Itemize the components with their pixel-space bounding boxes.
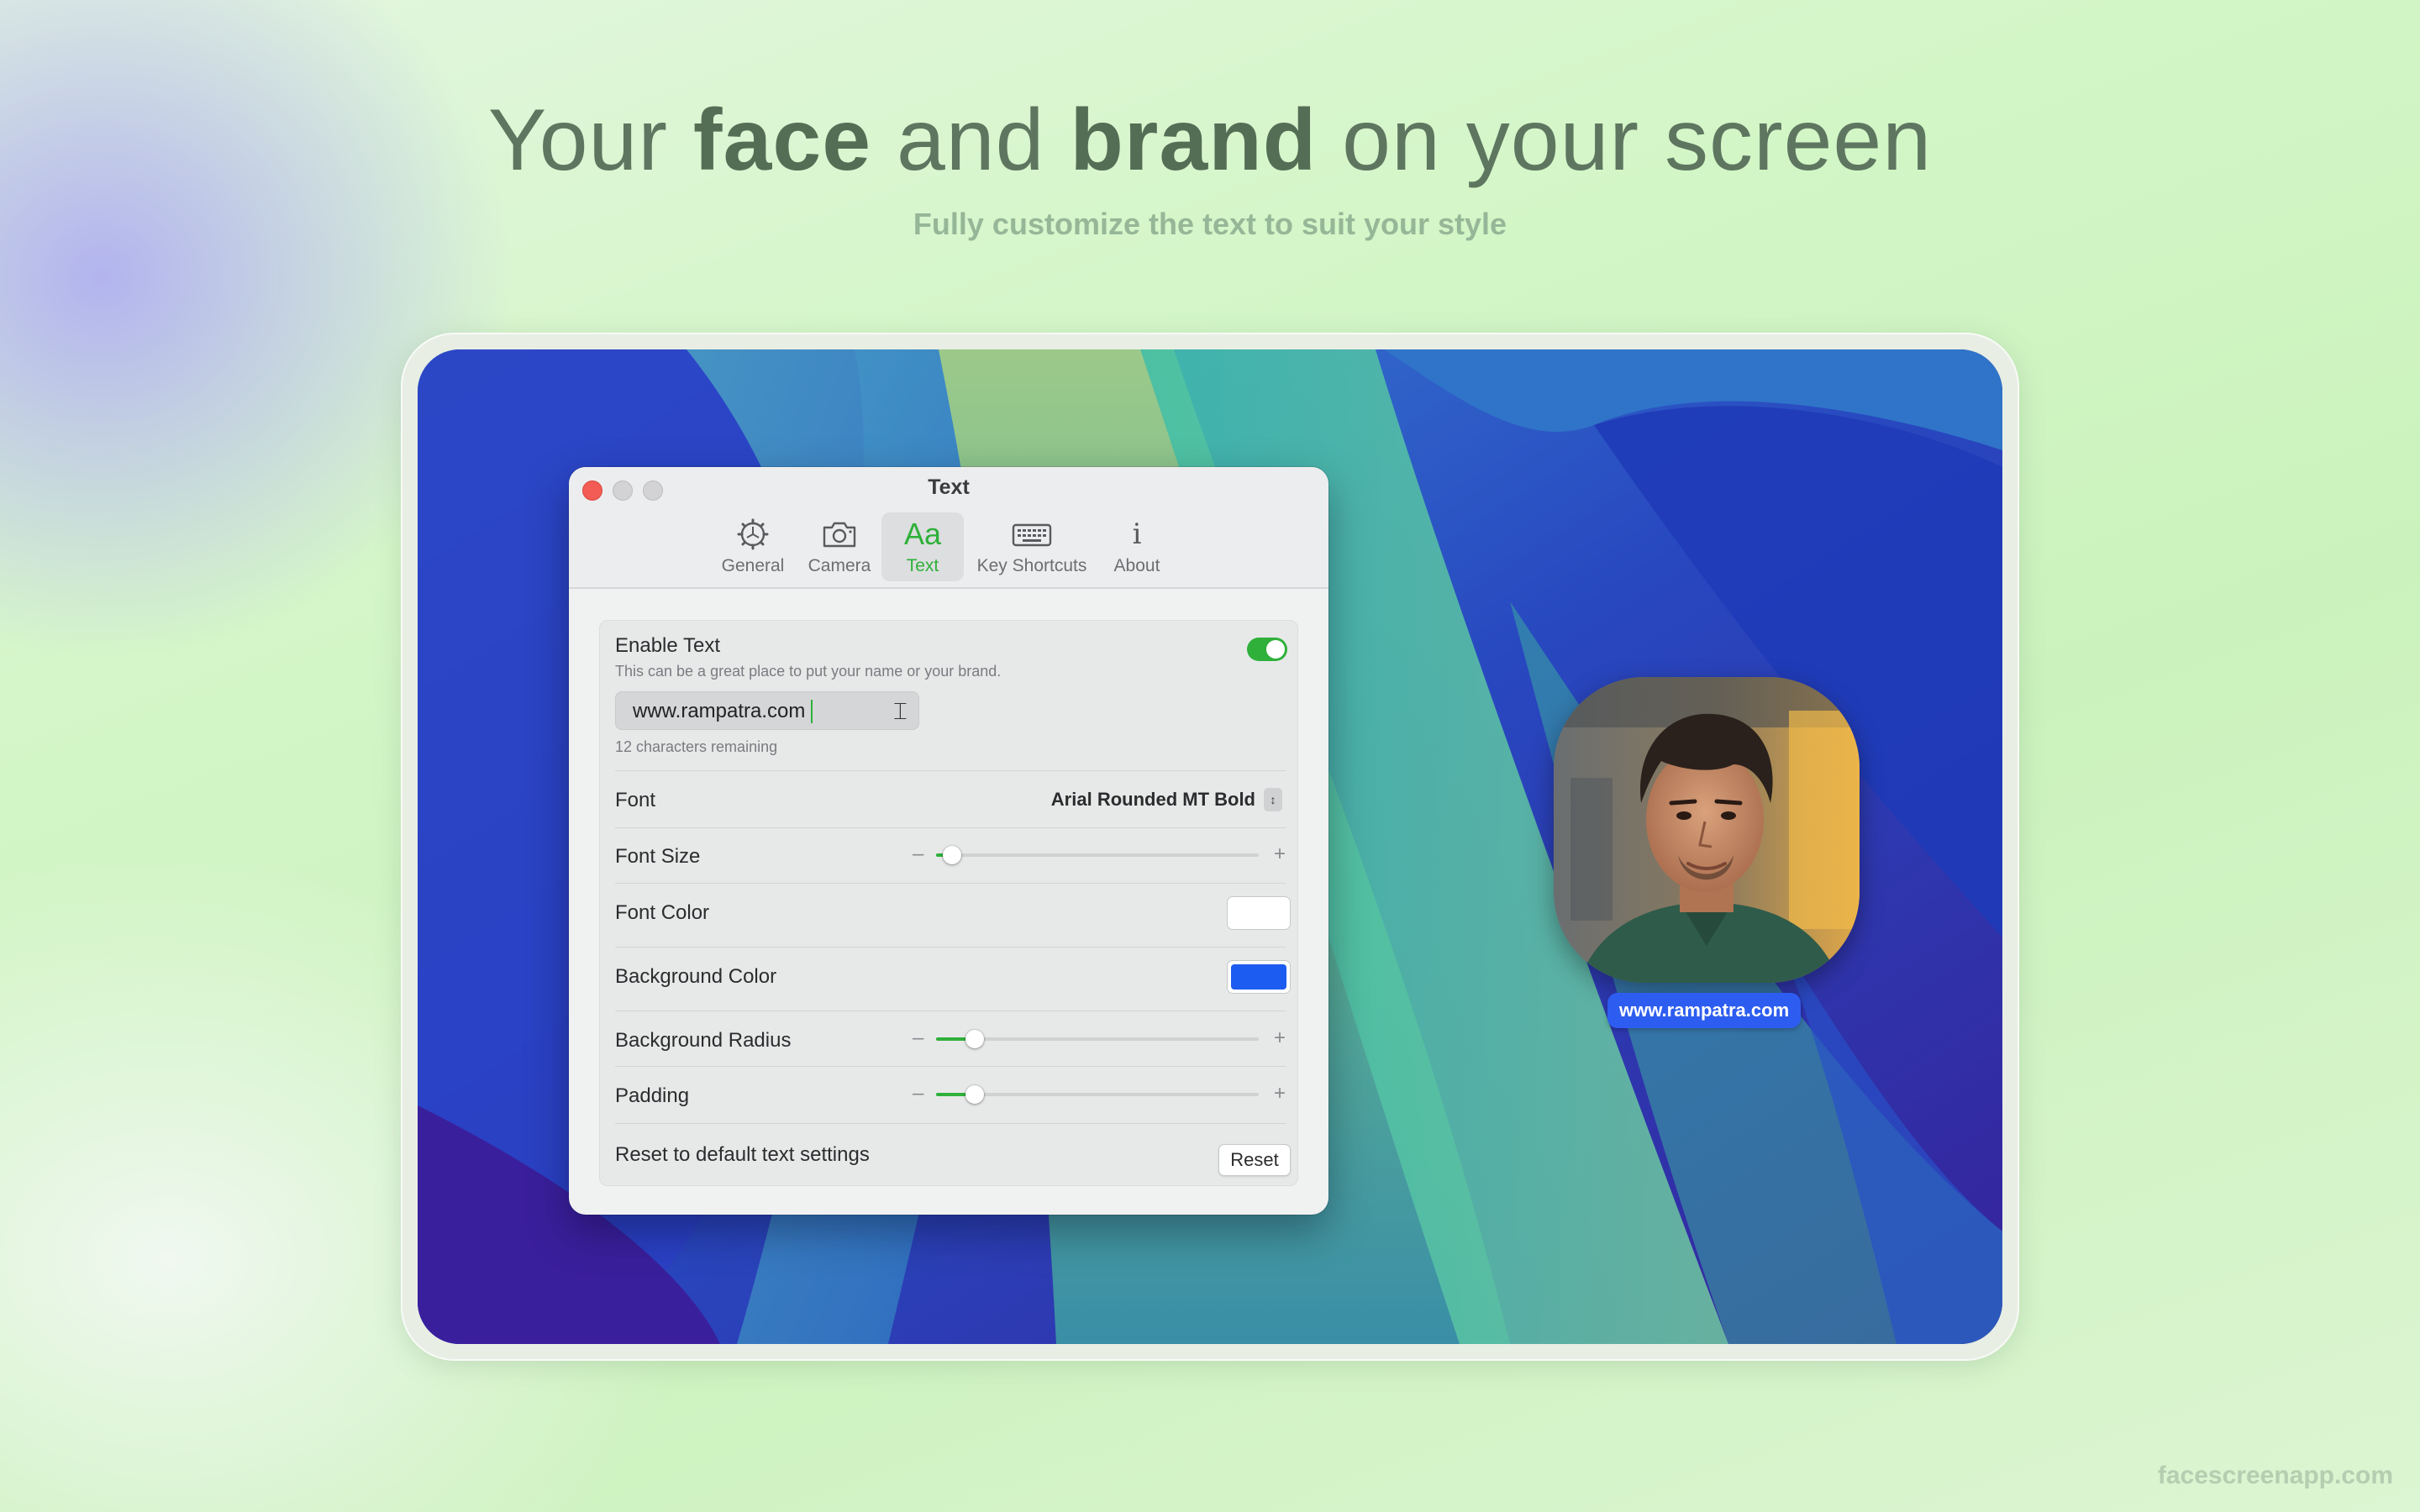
- brand-text-input[interactable]: [633, 699, 885, 724]
- chevron-updown-icon: ↕: [1264, 788, 1282, 811]
- slider-thumb[interactable]: [943, 846, 962, 864]
- divider: [615, 1066, 1286, 1067]
- padding-slider[interactable]: – +: [913, 1082, 1286, 1107]
- camera-preview-bubble[interactable]: [1554, 677, 1860, 983]
- headline-suffix: on your screen: [1317, 92, 1933, 189]
- font-label: Font: [615, 789, 656, 811]
- keyboard-icon: [972, 517, 1092, 551]
- divider: [615, 827, 1286, 828]
- background-radius-label: Background Radius: [615, 1029, 792, 1052]
- font-color-label: Font Color: [615, 901, 710, 924]
- slider-thumb[interactable]: [965, 1030, 985, 1048]
- text-aa-icon: Aa: [881, 517, 964, 551]
- text-settings-panel: Enable Text This can be a great place to…: [599, 620, 1298, 1186]
- hero-subtitle: Fully customize the text to suit your st…: [913, 207, 1507, 241]
- font-size-label: Font Size: [615, 845, 701, 868]
- font-popup[interactable]: Arial Rounded MT Bold ↕: [1051, 787, 1282, 812]
- window-title: Text: [928, 475, 970, 499]
- font-color-well[interactable]: [1227, 896, 1291, 930]
- window-titlebar: Text General Camera Aa Text Key Shortcut…: [569, 467, 1328, 589]
- font-value: Arial Rounded MT Bold: [1050, 789, 1255, 810]
- divider: [615, 883, 1286, 884]
- plus-icon: +: [1273, 843, 1286, 865]
- divider: [615, 770, 1286, 771]
- footer-domain: facescreenapp.com: [2157, 1462, 2393, 1489]
- gear-icon: [718, 517, 787, 551]
- minus-icon: –: [913, 1026, 924, 1049]
- background-radius-slider[interactable]: – +: [913, 1026, 1286, 1052]
- font-size-slider[interactable]: – +: [913, 843, 1286, 868]
- info-glyph: i: [1132, 517, 1142, 551]
- tab-general[interactable]: General: [718, 512, 787, 581]
- ibeam-cursor-icon: ⌶: [893, 697, 908, 725]
- divider: [615, 947, 1286, 948]
- reset-label: Reset to default text settings: [615, 1143, 870, 1166]
- headline-brand: brand: [1070, 92, 1318, 189]
- tab-key-shortcuts[interactable]: Key Shortcuts: [972, 512, 1092, 581]
- slider-track: [936, 1037, 1259, 1041]
- text-aa-glyph: Aa: [903, 517, 942, 551]
- preview-text-badge: www.rampatra.com: [1607, 993, 1802, 1028]
- reset-button[interactable]: Reset: [1218, 1144, 1291, 1176]
- headline-face: face: [692, 92, 872, 189]
- plus-icon: +: [1273, 1026, 1286, 1049]
- slider-track: [936, 1093, 1259, 1096]
- enable-text-label: Enable Text: [615, 634, 720, 657]
- headline-mid: and: [871, 92, 1071, 189]
- minus-icon: –: [913, 843, 924, 865]
- slider-track: [936, 853, 1259, 857]
- desktop-screen: Text General Camera Aa Text Key Shortcut…: [418, 349, 2002, 1344]
- tab-text-label: Text: [906, 556, 939, 575]
- minus-icon: –: [913, 1082, 924, 1105]
- toolbar-tabs: General Camera Aa Text Key Shortcuts i A…: [569, 512, 1328, 583]
- device-frame: Text General Camera Aa Text Key Shortcut…: [401, 333, 2019, 1361]
- tab-about[interactable]: i About: [1105, 512, 1169, 581]
- text-caret: [811, 700, 813, 723]
- enable-text-hint: This can be a great place to put your na…: [615, 663, 1002, 680]
- tab-general-label: General: [721, 556, 785, 575]
- enable-text-toggle[interactable]: [1247, 638, 1287, 661]
- tab-about-label: About: [1113, 556, 1160, 575]
- background-color-well[interactable]: [1227, 960, 1291, 994]
- tab-text[interactable]: Aa Text: [881, 512, 964, 581]
- info-icon: i: [1105, 517, 1169, 551]
- font-color-chip: [1231, 900, 1286, 926]
- divider: [615, 1123, 1286, 1124]
- tab-camera[interactable]: Camera: [804, 512, 875, 581]
- slider-thumb[interactable]: [965, 1085, 985, 1104]
- hero-headline: Your face and brand on your screen: [0, 91, 2420, 191]
- background-color-chip: [1231, 964, 1286, 990]
- camera-person-image: [1554, 677, 1860, 983]
- settings-window: Text General Camera Aa Text Key Shortcut…: [569, 467, 1328, 1215]
- toggle-knob: [1266, 640, 1285, 659]
- plus-icon: +: [1273, 1082, 1286, 1105]
- headline-prefix: Your: [487, 92, 693, 189]
- background-color-label: Background Color: [615, 965, 777, 988]
- tab-camera-label: Camera: [808, 556, 871, 575]
- padding-label: Padding: [615, 1084, 690, 1107]
- chars-remaining: 12 characters remaining: [615, 738, 778, 755]
- brand-text-field[interactable]: ⌶: [615, 691, 919, 730]
- camera-icon: [804, 517, 875, 551]
- tab-key-shortcuts-label: Key Shortcuts: [976, 556, 1087, 575]
